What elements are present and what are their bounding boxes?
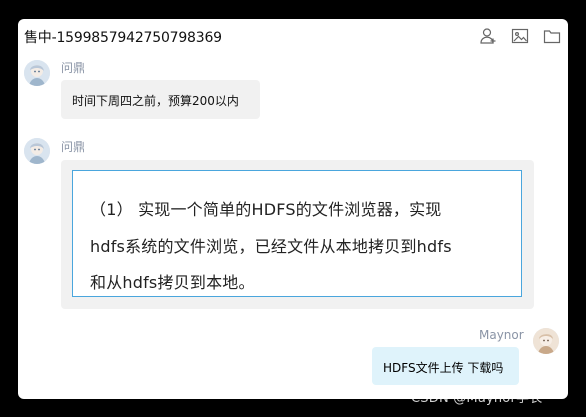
message-bubble-self[interactable]: HDFS文件上传 下载吗 — [372, 347, 519, 385]
title-bar: 售中-1599857942750798369 — [18, 19, 568, 53]
quoted-content-box: （1） 实现一个简单的HDFS的文件浏览器，实现 hdfs系统的文件浏览，已经文… — [72, 170, 522, 297]
add-user-icon[interactable] — [479, 26, 499, 46]
quote-line: hdfs系统的文件浏览，已经文件从本地拷贝到hdfs — [90, 237, 452, 256]
message-text: 时间下周四之前，预算200以内 — [72, 94, 239, 108]
quote-line: 和从hdfs拷贝到本地。 — [90, 273, 255, 292]
sender-name: 问鼎 — [61, 61, 86, 75]
quote-line: （1） 实现一个简单的HDFS的文件浏览器，实现 — [90, 200, 442, 219]
message-bubble[interactable]: 时间下周四之前，预算200以内 — [61, 80, 260, 119]
chat-title: 售中-1599857942750798369 — [24, 30, 222, 46]
watermark: CSDN @Maynor学长 — [411, 391, 543, 406]
chat-window: 售中-1599857942750798369 问鼎 时间下周四之前，预算200以… — [18, 19, 568, 399]
message-text: HDFS文件上传 下载吗 — [383, 361, 504, 375]
avatar[interactable] — [24, 60, 50, 86]
sender-name: Maynor — [479, 328, 524, 342]
avatar[interactable] — [533, 328, 559, 354]
avatar[interactable] — [24, 138, 50, 164]
sender-name: 问鼎 — [61, 140, 86, 154]
image-icon[interactable] — [510, 26, 530, 46]
folder-icon[interactable] — [542, 26, 562, 46]
